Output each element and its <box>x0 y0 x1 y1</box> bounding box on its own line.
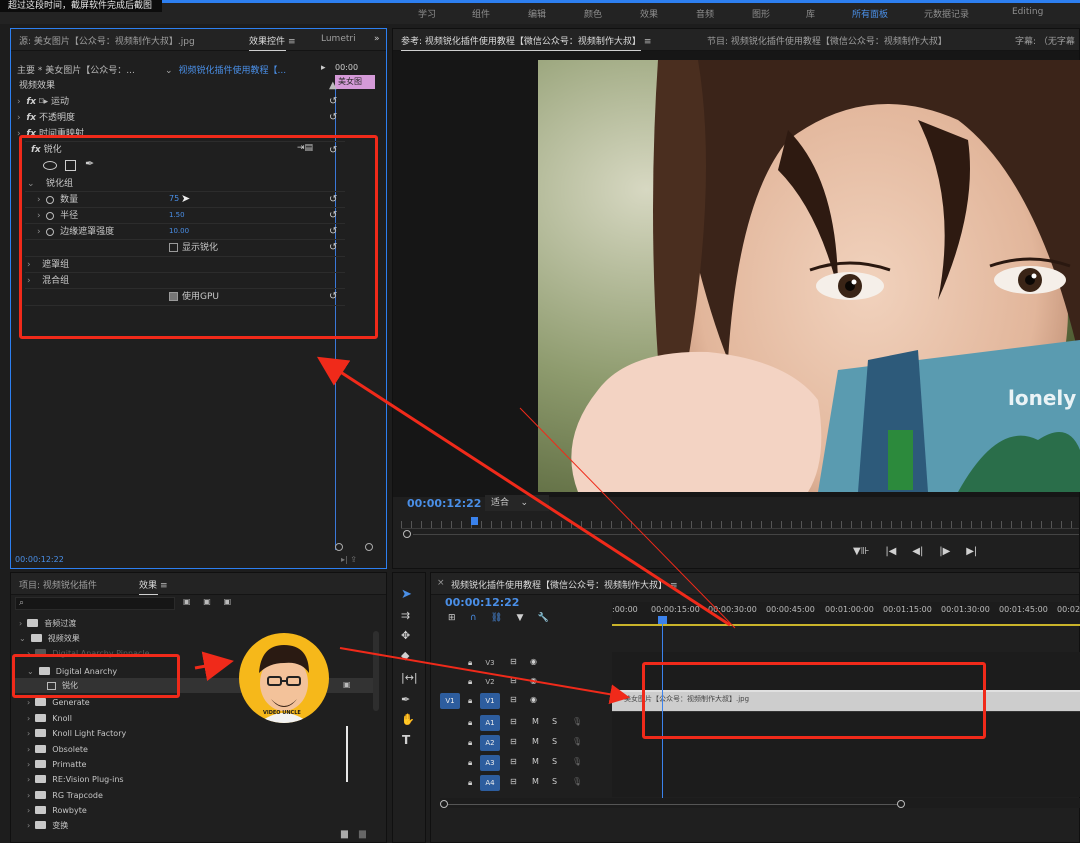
annotation-arrows <box>194 356 736 705</box>
guide-line <box>519 407 736 629</box>
arrow-to-clip <box>339 647 630 705</box>
arrow-to-avatar <box>194 651 234 682</box>
arrow-to-effect-controls <box>316 356 731 627</box>
premiere-window: 超过这段时间，截屏软件完成后截图 学习 组件 编辑 颜色 效果 音频 图形 库 … <box>0 0 1080 843</box>
